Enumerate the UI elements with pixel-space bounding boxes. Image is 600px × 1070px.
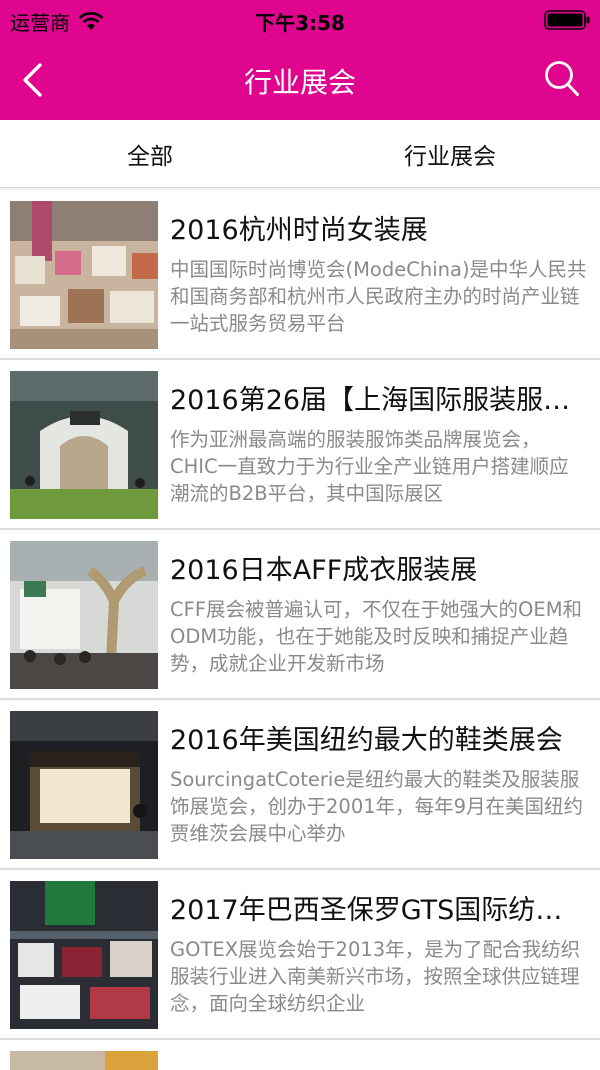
list-item[interactable]: 2017年巴西圣保罗GTS国际纺织展 GOTEX展览会始于2013年，是为了配合… <box>0 870 600 1040</box>
tab-all[interactable]: 全部 <box>0 120 300 187</box>
list-item[interactable]: 2016日本AFF成衣服装展 CFF展会被普遍认可，不仅在于她强大的OEM和OD… <box>0 530 600 700</box>
item-title: 2016杭州时尚女装展 <box>170 215 428 246</box>
item-description: 作为亚洲最高端的服装服饰类品牌展览会，CHIC一直致力于为行业全产业链用户搭建顺… <box>170 428 569 505</box>
exhibition-thumbnail <box>10 881 158 1029</box>
exhibition-thumbnail <box>10 371 158 519</box>
list-item[interactable]: 2016第26届【上海国际服装服饰博览会】 作为亚洲最高端的服装服饰类品牌展览会… <box>0 360 600 530</box>
battery-icon <box>544 10 590 30</box>
item-title: 2017年巴西圣保罗GTS国际纺织展 <box>170 895 586 926</box>
category-tabs: 全部 行业展会 <box>0 120 600 188</box>
item-title: 2016年美国纽约最大的鞋类展会 <box>170 725 563 756</box>
search-icon[interactable] <box>544 60 580 98</box>
list-item[interactable]: 2016杭州时尚女装展 中国国际时尚博览会(ModeChina)是中华人民共和国… <box>0 190 600 360</box>
item-description: 中国国际时尚博览会(ModeChina)是中华人民共和国商务部和杭州市人民政府主… <box>170 258 587 335</box>
list-item[interactable] <box>0 1040 600 1070</box>
status-time: 下午3:58 <box>255 11 345 35</box>
exhibition-thumbnail <box>10 1051 158 1070</box>
status-bar: 运营商 下午3:58 <box>0 0 600 40</box>
item-description: CFF展会被普遍认可，不仅在于她强大的OEM和ODM功能，也在于她能及时反映和捕… <box>170 598 583 675</box>
nav-bar: 行业展会 <box>0 40 600 120</box>
item-description: SourcingatCoterie是纽约最大的鞋类及服装服饰展览会，创办于200… <box>170 768 584 845</box>
list-item[interactable]: 2016年美国纽约最大的鞋类展会 SourcingatCoterie是纽约最大的… <box>0 700 600 870</box>
tab-industry-exhibitions[interactable]: 行业展会 <box>300 120 600 187</box>
page-title: 行业展会 <box>243 66 356 99</box>
exhibition-thumbnail <box>10 541 158 689</box>
item-description: GOTEX展览会始于2013年，是为了配合我纺织服装行业进入南美新兴市场，按照全… <box>170 938 581 1015</box>
item-title: 2016日本AFF成衣服装展 <box>170 555 478 586</box>
exhibition-thumbnail <box>10 711 158 859</box>
exhibition-list: 2016杭州时尚女装展 中国国际时尚博览会(ModeChina)是中华人民共和国… <box>0 190 600 1070</box>
item-title: 2016第26届【上海国际服装服饰博览会】 <box>170 385 586 416</box>
exhibition-thumbnail <box>10 201 158 349</box>
